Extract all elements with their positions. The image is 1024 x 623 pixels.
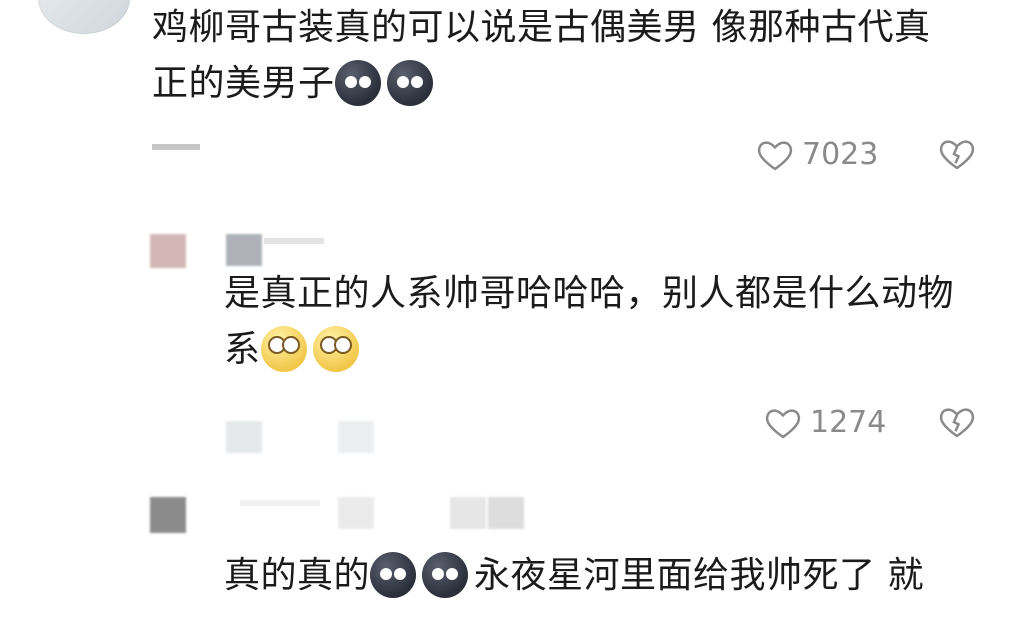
reply-meta-blurred (338, 421, 374, 453)
comment-meta-blurred (264, 238, 324, 244)
avatar[interactable] (150, 497, 186, 533)
heart-outline-icon (765, 408, 801, 438)
username-blurred[interactable] (488, 497, 524, 529)
comment-line-text: 系 (224, 329, 261, 370)
broken-heart-icon (939, 140, 975, 170)
username-blurred[interactable] (226, 234, 262, 266)
comment-line: 鸡柳哥古装真的可以说是古偶美男 像那种古代真 (152, 7, 931, 48)
pleading-face-emoji-icon (260, 326, 307, 372)
comment-text: 真的真的 永夜星河里面给我帅死了 就 (224, 548, 924, 604)
like-button[interactable]: 1274 (764, 405, 886, 440)
comment-line: 是真正的人系帅哥哈哈哈，别人都是什么动物 (224, 273, 955, 314)
username-blurred[interactable] (240, 500, 320, 506)
comment-line: 正的美男子 (152, 56, 930, 112)
reply-meta-blurred (226, 421, 262, 453)
dislike-button[interactable] (938, 405, 976, 439)
dark-face-emoji-icon (422, 552, 469, 598)
avatar[interactable] (38, 0, 130, 34)
comment-line-text: 真的真的 (224, 555, 371, 596)
username-blurred[interactable] (450, 497, 486, 529)
broken-heart-icon (939, 408, 975, 438)
pleading-face-emoji-icon (312, 326, 359, 372)
dark-face-emoji-icon (370, 552, 417, 598)
like-count: 7023 (802, 137, 879, 172)
dark-face-emoji-icon (386, 60, 433, 106)
comment-line-text: 正的美男子 (152, 63, 335, 104)
dark-face-emoji-icon (334, 60, 381, 106)
comment-text: 鸡柳哥古装真的可以说是古偶美男 像那种古代真 正的美男子 (152, 0, 930, 112)
like-count: 1274 (810, 405, 887, 440)
comment-text: 是真正的人系帅哥哈哈哈，别人都是什么动物 系 (224, 266, 954, 378)
dislike-button[interactable] (938, 137, 976, 171)
comment-meta-blurred (152, 144, 200, 150)
username-blurred[interactable] (338, 497, 374, 529)
heart-outline-icon (757, 140, 793, 170)
like-button[interactable]: 7023 (756, 137, 878, 172)
comment-line-text: 永夜星河里面给我帅死了 就 (474, 555, 924, 596)
comment-line: 系 (224, 322, 954, 378)
avatar[interactable] (150, 234, 186, 268)
